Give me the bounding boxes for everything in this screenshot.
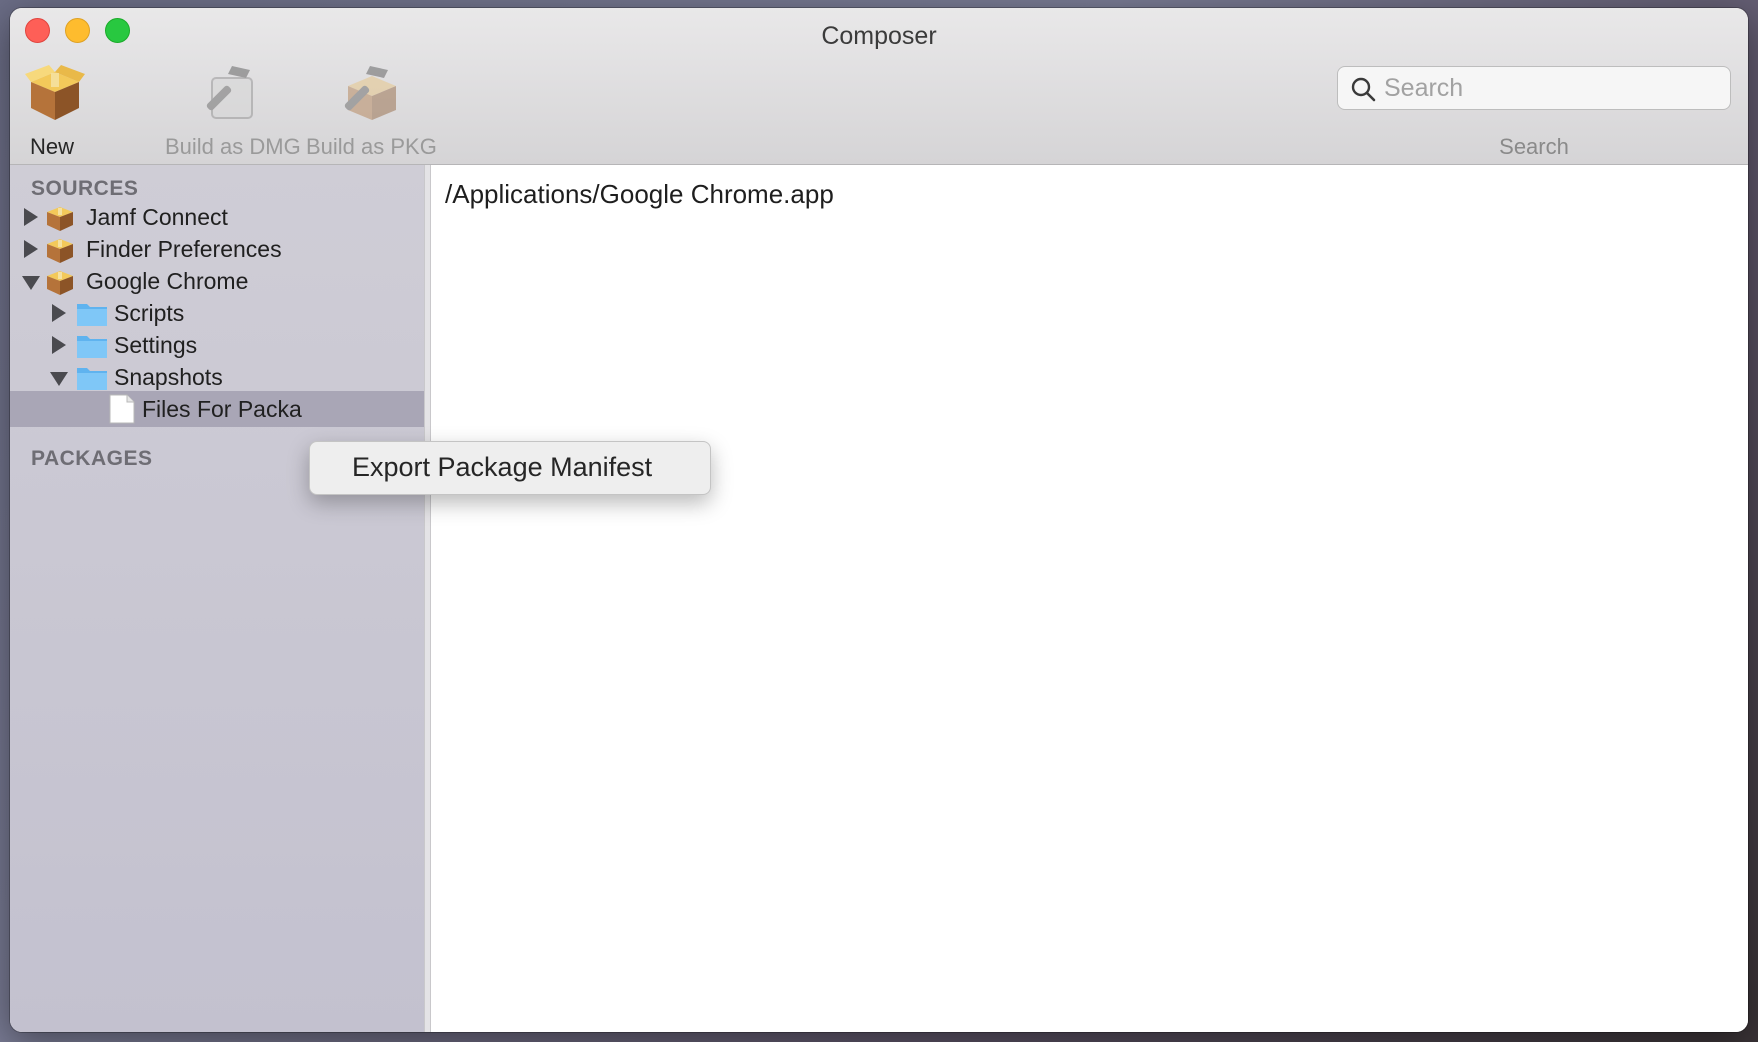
- tree-item-label: Finder Preferences: [86, 236, 282, 262]
- package-box-icon: [47, 207, 73, 231]
- tree-item-snapshots[interactable]: Snapshots: [10, 359, 424, 395]
- toolbar: Composer New Build as DMG Build as PKG S…: [10, 8, 1748, 165]
- tree-item-settings[interactable]: Settings: [10, 327, 424, 363]
- selected-path: /Applications/Google Chrome.app: [445, 179, 834, 209]
- package-box-icon: [47, 239, 73, 263]
- tree-item-scripts[interactable]: Scripts: [10, 295, 424, 331]
- disclosure-triangle-icon[interactable]: [50, 372, 68, 386]
- folder-icon: [77, 336, 107, 358]
- build-dmg-button[interactable]: Build as DMG: [165, 60, 301, 160]
- build-dmg-icon: [206, 66, 253, 119]
- package-box-icon: [25, 65, 85, 120]
- document-icon: [109, 394, 135, 424]
- window-title: Composer: [821, 22, 937, 50]
- search-input[interactable]: [1384, 72, 1714, 104]
- new-button-label: New: [29, 134, 74, 159]
- build-dmg-label: Build as DMG: [165, 134, 301, 159]
- search-icon: [1351, 77, 1376, 102]
- tree-item-label: Files For Packa: [142, 396, 302, 422]
- search-field[interactable]: [1337, 66, 1731, 110]
- build-pkg-label: Build as PKG: [306, 134, 437, 159]
- tree-item-label: Google Chrome: [86, 268, 249, 294]
- tree-item-finder-preferences[interactable]: Finder Preferences: [10, 231, 424, 267]
- sidebar: SOURCES Jamf Connect Finder Preferences: [10, 165, 424, 1032]
- tree-item-label: Scripts: [114, 300, 185, 326]
- search-caption: Search: [1499, 134, 1569, 159]
- tree-item-label: Jamf Connect: [86, 204, 228, 230]
- packages-header: PACKAGES: [31, 447, 153, 470]
- build-pkg-icon: [344, 66, 396, 120]
- folder-icon: [77, 368, 107, 390]
- sources-header: SOURCES: [31, 177, 139, 200]
- export-package-manifest-menu-item[interactable]: Export Package Manifest: [352, 452, 652, 483]
- split-view-divider[interactable]: [424, 165, 431, 1032]
- build-pkg-button[interactable]: Build as PKG: [306, 60, 437, 160]
- package-box-icon: [47, 271, 73, 295]
- tree-item-google-chrome[interactable]: Google Chrome: [10, 263, 424, 299]
- disclosure-triangle-icon[interactable]: [24, 208, 38, 226]
- context-menu: Export Package Manifest: [309, 441, 711, 495]
- content-pane: /Applications/Google Chrome.app: [431, 165, 1748, 1032]
- new-button[interactable]: New: [23, 60, 85, 160]
- composer-window: Composer New Build as DMG Build as PKG S…: [10, 8, 1748, 1032]
- disclosure-triangle-icon[interactable]: [22, 276, 40, 290]
- disclosure-triangle-icon[interactable]: [52, 304, 66, 322]
- tree-item-jamf-connect[interactable]: Jamf Connect: [10, 199, 424, 235]
- folder-icon: [77, 304, 107, 326]
- tree-item-label: Snapshots: [114, 364, 223, 390]
- disclosure-triangle-icon[interactable]: [52, 336, 66, 354]
- disclosure-triangle-icon[interactable]: [24, 240, 38, 258]
- tree-item-label: Settings: [114, 332, 198, 358]
- tree-item-files-for-package[interactable]: Files For Packa: [10, 391, 424, 427]
